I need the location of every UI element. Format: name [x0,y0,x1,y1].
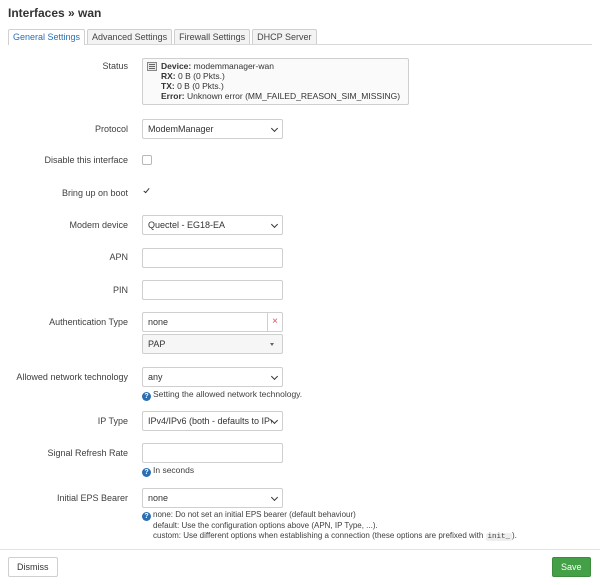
ip-type-select[interactable]: IPv4/IPv6 (both - defaults to IPv [142,411,283,431]
modem-device-label: Modem device [69,220,128,230]
remove-icon[interactable]: × [267,313,282,331]
protocol-label: Protocol [94,124,128,134]
protocol-select[interactable]: ModemManager [142,119,283,139]
eps-hint-line3-prefix: custom: Use different options when estab… [153,530,484,540]
pin-input[interactable] [142,280,283,300]
network-tech-label: Allowed network technology [16,372,128,382]
status-label: Status [102,61,128,71]
rx-value: 0 B (0 Pkts.) [178,71,225,81]
eps-bearer-label: Initial EPS Bearer [56,493,128,503]
chevron-down-icon [270,372,279,381]
eps-hint-code: init_ [485,532,513,541]
disable-interface-checkbox[interactable] [142,155,152,165]
auth-type-add-value: PAP [148,339,166,349]
eps-hint-line1: none: Do not set an initial EPS bearer (… [153,510,356,519]
modem-device-select[interactable]: Quectel - EG18-EA [142,215,283,235]
bring-up-on-boot-checkbox[interactable] [142,186,152,197]
tx-value: 0 B (0 Pkts.) [177,81,224,91]
chevron-down-icon [270,124,279,133]
tab-general-settings[interactable]: General Settings [8,29,86,45]
error-key: Error: [161,91,185,101]
network-device-icon [147,62,157,71]
save-button[interactable]: Save [552,557,591,577]
auth-type-value: none [148,317,169,327]
eps-bearer-value: none [148,493,169,503]
chevron-down-icon [270,220,279,229]
tab-bar: General Settings Advanced Settings Firew… [8,28,592,45]
tx-key: TX: [161,81,175,91]
apn-input[interactable] [142,248,283,268]
signal-refresh-input[interactable] [142,443,283,463]
network-tech-select[interactable]: any [142,367,283,387]
device-key: Device: [161,61,192,71]
help-icon: ? [142,392,151,401]
tab-dhcp-server[interactable]: DHCP Server [252,29,317,44]
rx-key: RX: [161,71,176,81]
chevron-down-icon [270,416,279,425]
footer-divider [0,549,600,550]
pin-label: PIN [112,285,128,295]
help-icon: ? [142,468,151,477]
device-value: modemmanager-wan [193,61,274,71]
signal-refresh-hint: ? In seconds [142,465,194,477]
ip-type-label: IP Type [97,416,128,426]
network-tech-hint-text: Setting the allowed network technology. [153,389,303,399]
eps-hint-line3-suffix: ). [512,530,517,540]
eps-bearer-hint: ? none: Do not set an initial EPS bearer … [142,510,517,542]
help-icon: ? [142,512,151,521]
auth-type-label: Authentication Type [49,317,128,327]
bring-up-on-boot-label: Bring up on boot [61,188,128,198]
protocol-value: ModemManager [148,124,214,134]
disable-interface-label: Disable this interface [44,155,128,165]
chevron-down-icon [270,493,279,502]
error-value: Unknown error (MM_FAILED_REASON_SIM_MISS… [187,91,401,101]
apn-label: APN [109,252,128,262]
tab-advanced-settings[interactable]: Advanced Settings [87,29,173,44]
dismiss-button[interactable]: Dismiss [8,557,58,577]
eps-hint-line2: default: Use the configuration options a… [153,521,378,530]
network-tech-value: any [148,372,163,382]
tab-firewall-settings[interactable]: Firewall Settings [174,29,251,44]
modem-device-value: Quectel - EG18-EA [148,220,226,230]
ip-type-value: IPv4/IPv6 (both - defaults to IPv [148,416,272,426]
auth-type-add-select[interactable]: PAP [142,334,283,354]
caret-down-icon [270,343,274,346]
signal-refresh-label: Signal Refresh Rate [47,448,128,458]
page-title: Interfaces » wan [8,6,102,20]
signal-refresh-hint-text: In seconds [153,465,195,475]
network-tech-hint: ? Setting the allowed network technology. [142,389,302,401]
eps-bearer-select[interactable]: none [142,488,283,508]
status-box: Device: modemmanager-wan RX: 0 B (0 Pkts… [142,58,409,105]
auth-type-selected[interactable]: none × [142,312,283,332]
checkmark-icon [143,186,150,194]
